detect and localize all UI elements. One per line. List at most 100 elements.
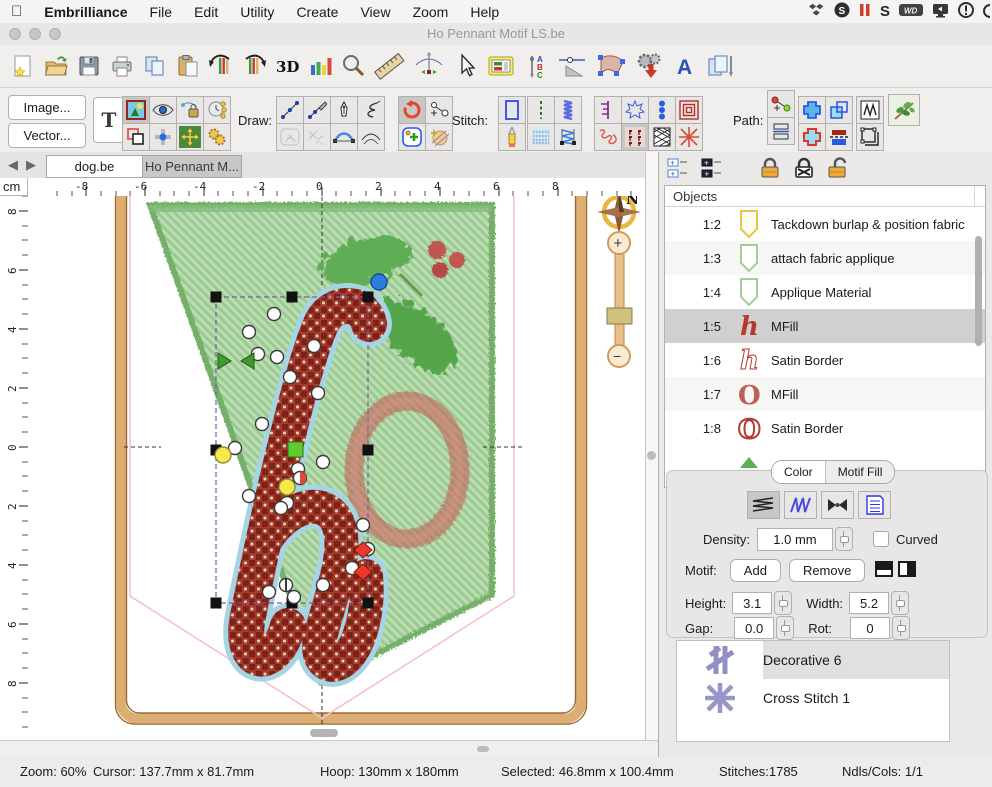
new-file-icon[interactable]: [6, 50, 39, 82]
start-handle[interactable]: [288, 442, 303, 457]
object-row-1-3[interactable]: 1:3 attach fabric applique: [665, 241, 985, 275]
menu-zoom[interactable]: Zoom: [402, 4, 460, 20]
add-hatch-icon[interactable]: [426, 124, 452, 150]
curved-checkbox[interactable]: [873, 531, 889, 547]
canvas-zoom-slider[interactable]: + −: [607, 232, 632, 367]
object-row-1-6[interactable]: 1:6 h Satin Border: [665, 343, 985, 377]
lock-path-icon[interactable]: [177, 97, 203, 123]
eye-icon[interactable]: [150, 97, 176, 123]
object-row-1-8[interactable]: 1:8 O Satin Border: [665, 411, 985, 445]
add-shape-icon[interactable]: [399, 124, 425, 150]
open-file-icon[interactable]: [39, 50, 72, 82]
lettering-icon[interactable]: ABC: [520, 50, 553, 82]
alert-icon[interactable]: [958, 2, 974, 21]
select-pointer-icon[interactable]: [449, 50, 482, 82]
tab-ho-pennant[interactable]: Ho Pennant M...: [142, 155, 242, 178]
density-input[interactable]: 1.0 mm: [757, 528, 833, 551]
clipped-menu-icon[interactable]: [983, 3, 990, 21]
crosshatch-fill-icon[interactable]: [649, 124, 675, 150]
outline-rect-icon[interactable]: [499, 97, 525, 123]
gap-input[interactable]: 0.0: [734, 617, 774, 639]
tab-next-icon[interactable]: ▶: [26, 157, 36, 173]
select-objects-icon[interactable]: [123, 124, 149, 150]
properties-card-icon[interactable]: [482, 50, 520, 82]
collapse-all-icon[interactable]: ++: [700, 156, 724, 185]
motif-star-icon[interactable]: [622, 97, 648, 123]
union-shapes-icon[interactable]: [799, 97, 825, 123]
object-row-1-2[interactable]: 1:2 Tackdown burlap & position fabric: [665, 207, 985, 241]
density-stepper[interactable]: [835, 527, 853, 551]
height-input[interactable]: 3.1: [732, 592, 772, 614]
column-zigzag-icon[interactable]: [555, 124, 581, 150]
satin-fill-icon[interactable]: [784, 491, 817, 519]
pause-icon[interactable]: [859, 3, 871, 20]
tab-prev-icon[interactable]: ◀: [8, 157, 18, 173]
object-row-1-4[interactable]: 1:4 Applique Material: [665, 275, 985, 309]
tab-motif-fill[interactable]: Motif Fill: [825, 461, 895, 483]
menu-view[interactable]: View: [349, 4, 401, 20]
polyline-tool-icon[interactable]: [277, 97, 303, 123]
branch-leaves-icon[interactable]: [889, 95, 919, 125]
split-shape-icon[interactable]: [826, 124, 852, 150]
menu-create[interactable]: Create: [285, 4, 349, 20]
branch-stitch-icon[interactable]: [595, 97, 621, 123]
width-stepper[interactable]: [891, 591, 909, 615]
rot-stepper[interactable]: [892, 616, 910, 640]
display-icon[interactable]: [932, 3, 949, 21]
fill-stitch-icon[interactable]: [528, 124, 554, 150]
density-histogram-icon[interactable]: [303, 50, 336, 82]
pen-tool-icon[interactable]: [331, 97, 357, 123]
stitch-generate-icon[interactable]: [631, 50, 669, 82]
motif-row-crossstitch1[interactable]: Cross Stitch 1: [677, 679, 949, 717]
image-button[interactable]: Image...: [8, 95, 86, 120]
satin-column-icon[interactable]: [555, 97, 581, 123]
clock-history-icon[interactable]: [204, 97, 230, 123]
echo-fill-icon[interactable]: [676, 97, 702, 123]
motif-fill-icon[interactable]: [622, 124, 648, 150]
tab-dog[interactable]: dog.be: [46, 155, 143, 178]
skype-icon[interactable]: S: [834, 2, 850, 21]
menu-help[interactable]: Help: [459, 4, 510, 20]
menu-edit[interactable]: Edit: [183, 4, 229, 20]
dropbox-icon[interactable]: [809, 2, 825, 21]
lock-x-icon[interactable]: [792, 156, 816, 185]
bowtie-icon[interactable]: [821, 491, 854, 519]
entry-point[interactable]: [215, 447, 231, 463]
tab-color[interactable]: Color: [772, 461, 825, 483]
rot-input[interactable]: 0: [850, 617, 890, 639]
magic-wand-rect-icon[interactable]: [277, 124, 303, 150]
run-stitch-icon[interactable]: [528, 97, 554, 123]
outline-shapes-icon[interactable]: [799, 124, 825, 150]
motif-style-a-icon[interactable]: [875, 561, 893, 580]
cross-stitch-icon[interactable]: [676, 124, 702, 150]
node-edit-icon[interactable]: [591, 50, 631, 82]
copy-page-stitch-icon[interactable]: [702, 50, 740, 82]
text-tool-button[interactable]: T: [93, 97, 125, 143]
horizontal-scrollbar[interactable]: [310, 729, 338, 737]
exit-point[interactable]: [279, 479, 295, 495]
flip-horizontal-icon[interactable]: [204, 50, 237, 82]
panel-divider[interactable]: [658, 152, 659, 757]
motif-row-decorative6[interactable]: Decorative 6: [677, 641, 949, 679]
paste-icon[interactable]: [171, 50, 204, 82]
zigzag-fill-icon[interactable]: [747, 491, 780, 519]
object-row-1-7[interactable]: 1:7 O MFill: [665, 377, 985, 411]
apple-menu-icon[interactable]: : [0, 3, 33, 20]
stitch-angle-icon[interactable]: [553, 50, 591, 82]
motif-style-b-icon[interactable]: [898, 561, 916, 580]
title-bar[interactable]: Ho Pennant Motif LS.be: [0, 23, 992, 46]
save-icon[interactable]: [72, 50, 105, 82]
wd-badge-icon[interactable]: WD: [899, 3, 923, 20]
expand-all-icon[interactable]: ++: [666, 156, 690, 185]
center-origin-icon[interactable]: [150, 124, 176, 150]
menu-app[interactable]: Embrilliance: [33, 4, 138, 20]
width-input[interactable]: 5.2: [849, 592, 889, 614]
gears-icon[interactable]: [204, 124, 230, 150]
magnify-icon[interactable]: [336, 50, 369, 82]
print-icon[interactable]: [105, 50, 138, 82]
zoom-slider-thumb[interactable]: [607, 308, 632, 324]
combine-shapes-icon[interactable]: [826, 97, 852, 123]
letter-tool-icon[interactable]: A: [669, 50, 702, 82]
objects-scrollbar[interactable]: [975, 236, 982, 346]
design-canvas[interactable]: N + −: [28, 196, 645, 740]
